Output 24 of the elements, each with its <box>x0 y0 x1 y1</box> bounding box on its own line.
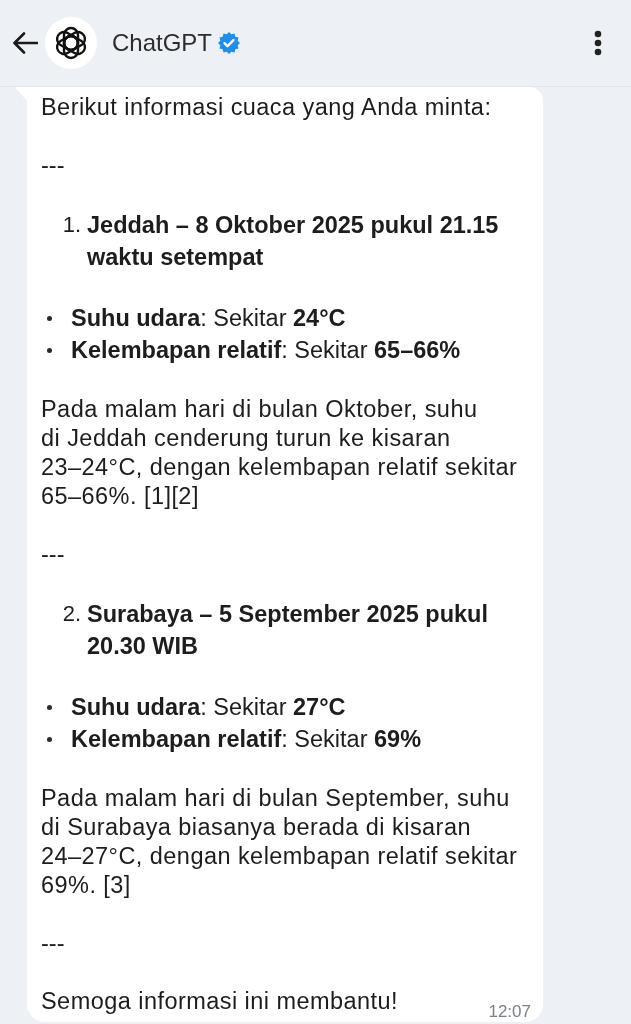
back-arrow-icon[interactable] <box>12 30 38 56</box>
divider-text: --- <box>41 540 66 569</box>
list-number: 2. <box>61 600 81 628</box>
message-text: Semoga informasi ini membantu! <box>41 987 398 1016</box>
list-heading: Jeddah – 8 Oktober 2025 pukul 21.15 waktu setempat <box>87 211 499 272</box>
list-heading: Surabaya – 5 September 2025 pukul 20.30 WIB <box>87 600 488 661</box>
bullet-icon <box>47 736 52 742</box>
list-item: Kelembapan relatif: Sekitar 65–66% <box>71 336 461 365</box>
chat-title: ChatGPT <box>112 28 213 58</box>
bullet-icon <box>47 347 52 353</box>
avatar-logo-icon <box>45 17 97 69</box>
divider-text: --- <box>41 929 66 958</box>
message-time: 12:07 <box>488 1002 531 1022</box>
list-item: Kelembapan relatif: Sekitar 69% <box>71 725 422 754</box>
message-text: Berikut informasi cuaca yang Anda minta: <box>41 93 493 122</box>
list-item: Suhu udara: Sekitar 24°C <box>71 304 346 333</box>
more-options-icon[interactable] <box>594 30 602 56</box>
divider-text: --- <box>41 151 66 180</box>
message-text: Pada malam hari di bulan September, suhu di Surabaya biasanya berada di kisaran 24–27°C, dengan kelembapan relatif sekitar 69%. [3] <box>41 784 519 900</box>
bullet-icon <box>47 704 52 710</box>
message-text: Pada malam hari di bulan Oktober, suhu di Jeddah cenderung turun ke kisaran 23–24°C, dengan kelembapan relatif sekitar 65–66%. [1][2] <box>41 395 519 511</box>
list-item: Suhu udara: Sekitar 27°C <box>71 693 346 722</box>
list-number: 1. <box>61 211 81 239</box>
bullet-icon <box>47 315 52 321</box>
